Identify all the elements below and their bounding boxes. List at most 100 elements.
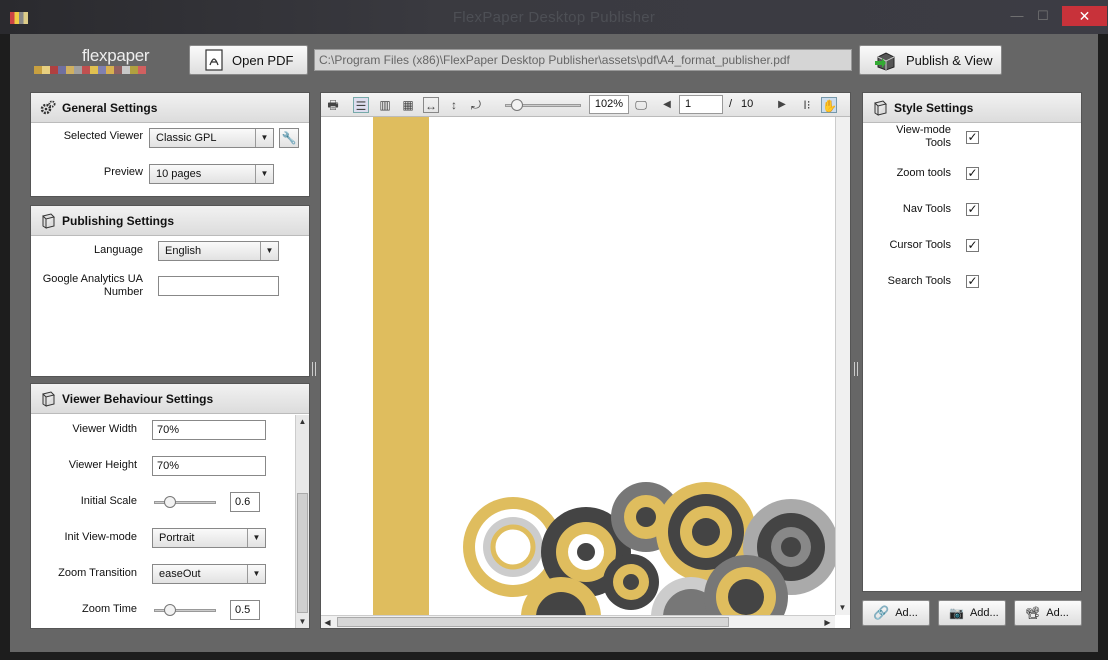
style-item-label: Zoom tools <box>896 167 951 179</box>
add-link-button[interactable]: 🔗 Ad... <box>862 600 930 626</box>
cursor-tools-checkbox[interactable]: ✓ <box>966 239 979 252</box>
page-circles-artwork <box>463 482 835 615</box>
style-settings-header: Style Settings <box>863 93 1081 123</box>
splitter-handle[interactable] <box>854 362 858 376</box>
book-icon <box>874 99 887 116</box>
viewer-width-label: Viewer Width <box>72 423 137 435</box>
general-settings-title: General Settings <box>62 100 158 115</box>
style-settings-title: Style Settings <box>894 100 974 115</box>
camera-icon: 📷 <box>949 606 964 620</box>
minimize-button[interactable]: — <box>1004 6 1030 26</box>
chevron-down-icon: ▼ <box>247 565 265 583</box>
logo-bar-segment <box>98 66 106 74</box>
page-number-input[interactable]: 1 <box>679 95 723 114</box>
publish-label: Publish & View <box>906 52 993 68</box>
search-tools-checkbox[interactable]: ✓ <box>966 275 979 288</box>
maximize-button[interactable]: ☐ <box>1030 6 1056 26</box>
page-total: 10 <box>741 98 754 110</box>
zoom-slider[interactable] <box>505 99 581 111</box>
chevron-down-icon: ▼ <box>247 529 265 547</box>
next-page-icon[interactable]: ▶ <box>774 97 790 113</box>
text-select-icon[interactable]: I⁝ <box>799 97 815 113</box>
initial-scale-slider[interactable] <box>154 496 216 508</box>
logo-bar-segment <box>130 66 138 74</box>
zoom-transition-select[interactable]: easeOut ▼ <box>152 564 266 584</box>
zoom-tools-checkbox[interactable]: ✓ <box>966 167 979 180</box>
add-image-button[interactable]: 📷 Add... <box>938 600 1006 626</box>
rotate-icon[interactable]: ⤾ <box>468 97 484 113</box>
init-view-mode-value: Portrait <box>159 532 195 544</box>
slider-knob[interactable] <box>164 496 176 508</box>
link-icon: 🔗 <box>873 605 890 620</box>
slider-knob[interactable] <box>511 99 523 111</box>
selected-viewer-select[interactable]: Classic GPL ▼ <box>149 128 274 148</box>
wrench-icon[interactable]: 🔧 <box>279 128 299 148</box>
logo-bar-segment <box>66 66 74 74</box>
pdf-path-field[interactable]: C:\Program Files (x86)\FlexPaper Desktop… <box>314 49 852 71</box>
fullscreen-icon[interactable]: 🖵 <box>633 97 649 113</box>
add-video-button[interactable]: 📽 Ad... <box>1014 600 1082 626</box>
logo-bar-segment <box>42 66 50 74</box>
viewer-behaviour-panel: Viewer Behaviour Settings Viewer Width 7… <box>30 383 310 629</box>
fit-width-icon[interactable]: ↔ <box>423 97 439 113</box>
viewer-width-input[interactable]: 70% <box>152 420 266 440</box>
selected-viewer-label: Selected Viewer <box>63 130 143 142</box>
add-link-label: Ad... <box>895 607 918 619</box>
general-settings-panel: General Settings Selected Viewer Classic… <box>30 92 310 197</box>
scroll-left-icon[interactable]: ◀ <box>321 616 334 629</box>
nav-tools-checkbox[interactable]: ✓ <box>966 203 979 216</box>
scroll-down-icon[interactable]: ▼ <box>836 601 849 614</box>
viewer-vertical-scrollbar[interactable]: ▼ <box>835 117 850 615</box>
logo-bar-segment <box>58 66 66 74</box>
hand-tool-icon[interactable]: ✋ <box>821 97 837 113</box>
pdf-page <box>321 117 835 615</box>
book-icon <box>42 212 55 229</box>
google-analytics-input[interactable] <box>158 276 279 296</box>
scroll-thumb[interactable] <box>337 617 729 627</box>
viewer-horizontal-scrollbar[interactable]: ◀ ▶ <box>321 615 835 628</box>
splitter-handle[interactable] <box>312 362 316 376</box>
scroll-down-icon[interactable]: ▼ <box>296 615 309 628</box>
page-separator: / <box>729 98 733 110</box>
previous-page-icon[interactable]: ◀ <box>659 97 675 113</box>
two-page-icon[interactable]: ▥ <box>377 97 393 113</box>
fit-height-icon[interactable]: ↕ <box>446 97 462 113</box>
flexpaper-logo-bar <box>34 66 146 74</box>
publishing-settings-header: Publishing Settings <box>31 206 309 236</box>
google-analytics-label-1: Google Analytics UA <box>42 273 143 285</box>
viewer-height-input[interactable]: 70% <box>152 456 266 476</box>
logo-bar-segment <box>50 66 58 74</box>
scroll-thumb[interactable] <box>297 493 308 613</box>
open-pdf-button[interactable]: Open PDF <box>189 45 308 75</box>
logo-bar-segment <box>138 66 146 74</box>
initial-scale-input[interactable]: 0.6 <box>230 492 260 512</box>
print-icon[interactable]: 🖶 <box>325 97 341 113</box>
viewer-behaviour-scrollbar[interactable]: ▲ ▼ <box>295 415 309 628</box>
single-page-icon[interactable]: ☰ <box>353 97 369 113</box>
slider-knob[interactable] <box>164 604 176 616</box>
style-item-label: View-mode <box>896 124 951 136</box>
language-label: Language <box>94 244 143 256</box>
style-item-label: Nav Tools <box>902 203 951 215</box>
scroll-right-icon[interactable]: ▶ <box>821 616 834 629</box>
language-select[interactable]: English ▼ <box>158 241 279 261</box>
zoom-time-input[interactable]: 0.5 <box>230 600 260 620</box>
view-mode-tools-checkbox[interactable]: ✓ <box>966 131 979 144</box>
google-analytics-label-2: Number <box>103 286 143 298</box>
document-viewer: 🖶 ☰ ▥ ▦ ↔ ↕ ⤾ 102% 🖵 ◀ 1 / 10 ▶ I⁝ ✋ ▼ ◀… <box>320 92 851 629</box>
style-settings-panel: Style Settings View-mode Tools ✓ Zoom to… <box>862 92 1082 592</box>
publish-and-view-button[interactable]: Publish & View <box>859 45 1002 75</box>
style-item-label: Cursor Tools <box>889 239 951 251</box>
logo-bar-segment <box>34 66 42 74</box>
close-button[interactable]: ✕ <box>1062 6 1107 26</box>
zoom-time-slider[interactable] <box>154 604 216 616</box>
thumbnail-grid-icon[interactable]: ▦ <box>400 97 416 113</box>
viewer-height-label: Viewer Height <box>68 459 137 471</box>
scroll-up-icon[interactable]: ▲ <box>296 415 309 428</box>
init-view-mode-label: Init View-mode <box>64 531 137 543</box>
logo-bar-segment <box>74 66 82 74</box>
logo-bar-segment <box>114 66 122 74</box>
init-view-mode-select[interactable]: Portrait ▼ <box>152 528 266 548</box>
zoom-percent-field[interactable]: 102% <box>589 95 629 114</box>
preview-select[interactable]: 10 pages ▼ <box>149 164 274 184</box>
